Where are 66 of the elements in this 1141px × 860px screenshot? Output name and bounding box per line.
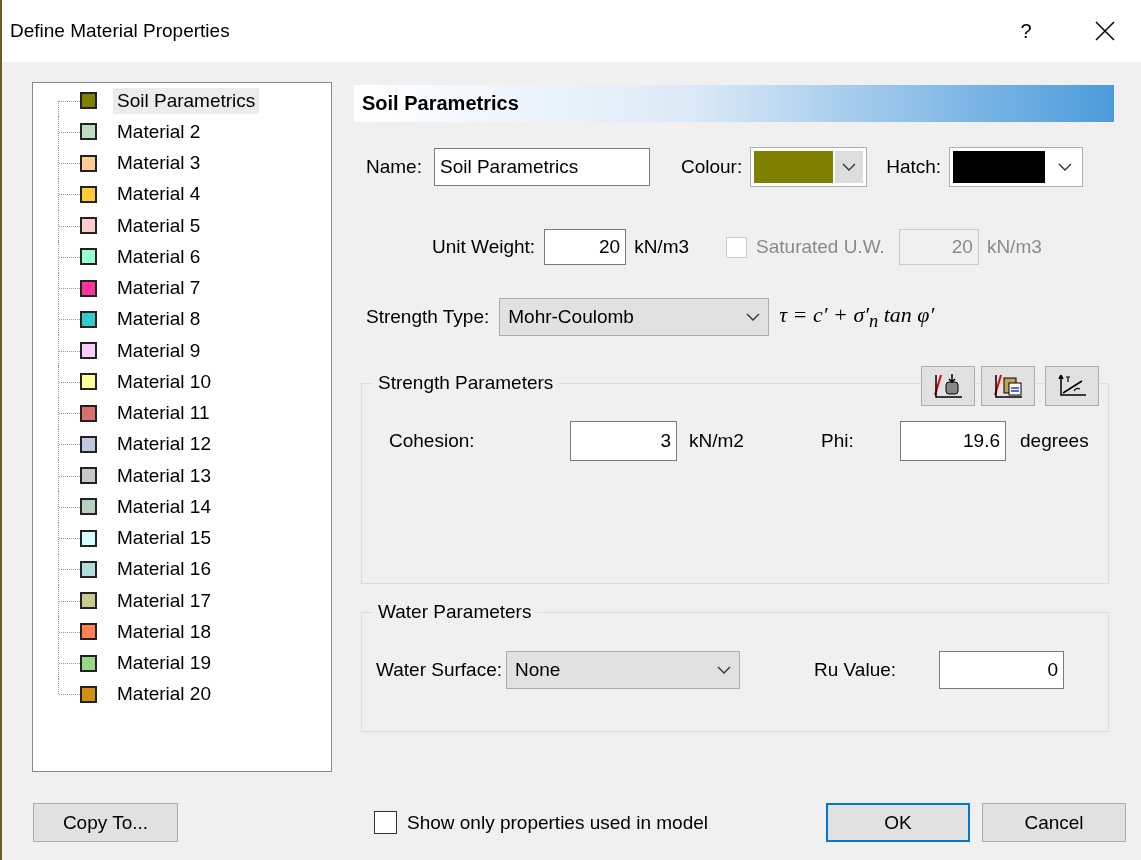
unit-label: kN/m3	[634, 236, 690, 258]
saturated-weight-field: 20	[898, 229, 979, 265]
tree-item[interactable]: Material 11	[113, 400, 214, 427]
tree-item[interactable]: Material 16	[113, 556, 215, 583]
checkbox-label: Show only properties used in model	[407, 811, 709, 834]
field-label: Colour:	[680, 156, 743, 178]
tree-item[interactable]: Material 3	[113, 150, 205, 177]
tree-item[interactable]: Material 8	[113, 306, 205, 333]
toolbar-button[interactable]	[1045, 366, 1099, 406]
tree-item[interactable]: Material 19	[113, 650, 215, 677]
tree-item[interactable]: Material 5	[113, 212, 205, 239]
field-label: Cohesion:	[389, 430, 476, 452]
field-label: Phi:	[821, 430, 855, 452]
unit-label: kN/m3	[986, 236, 1042, 258]
ok-button[interactable]: OK	[826, 803, 970, 842]
unit-label: kN/m2	[689, 430, 745, 452]
formula: τ = c′ + σ′$_{n}$ tan φ′	[779, 301, 935, 333]
tree-item[interactable]: Material 17	[113, 587, 215, 614]
help-button[interactable]: ?	[1015, 19, 1037, 43]
window-title: Define Material Properties	[10, 20, 231, 42]
colour-dropdown[interactable]	[750, 147, 868, 187]
tree-item[interactable]: Material 2	[113, 118, 205, 145]
phi-field[interactable]: 19.6	[900, 421, 1006, 461]
caret-icon	[746, 312, 761, 322]
field-label: Unit Weight:	[432, 236, 536, 258]
tree-item[interactable]: Material 4	[113, 181, 205, 208]
tree-item[interactable]: Material 12	[113, 431, 215, 458]
cancel-button[interactable]: Cancel	[982, 803, 1126, 842]
checkbox[interactable]	[374, 811, 397, 834]
tree-item[interactable]: Material 6	[113, 243, 205, 270]
tree-item[interactable]: Material 20	[113, 681, 215, 708]
field-label: Name:	[366, 156, 422, 178]
tree-item[interactable]: Soil Parametrics	[113, 87, 260, 114]
caret-icon	[1058, 162, 1073, 172]
copy-to-button[interactable]: Copy To...	[33, 803, 178, 842]
tree-item[interactable]: Material 15	[113, 525, 215, 552]
dropdown-value: Mohr-Coulomb	[508, 306, 634, 328]
chart-clipboard-icon	[992, 373, 1024, 399]
caret-icon	[842, 162, 857, 172]
name-field[interactable]: Soil Parametrics	[433, 148, 650, 186]
cohesion-field[interactable]: 3	[570, 421, 677, 461]
checkbox-label: Saturated U.W.	[756, 236, 885, 258]
caret-icon	[717, 665, 731, 675]
strength-type-dropdown[interactable]: Mohr-Coulomb	[499, 298, 770, 336]
tree-item[interactable]: Material 18	[113, 618, 215, 645]
field-label: Ru Value:	[814, 659, 898, 681]
field-label: Water Surface:	[376, 659, 502, 681]
ru-value-field[interactable]: 0	[939, 651, 1064, 689]
toolbar-button[interactable]	[981, 366, 1035, 406]
stress-axes-icon	[1056, 373, 1088, 399]
hatch-dropdown[interactable]	[949, 147, 1084, 187]
unit-weight-field[interactable]: 20	[544, 229, 627, 265]
water-surface-dropdown[interactable]: None	[506, 651, 740, 689]
dropdown-value: None	[515, 659, 561, 681]
tree-item[interactable]: Material 9	[113, 337, 205, 364]
tree-item[interactable]: Material 10	[113, 368, 215, 395]
field-label: Hatch:	[886, 156, 942, 178]
tree-item[interactable]: Material 7	[113, 275, 205, 302]
toolbar-button[interactable]	[921, 366, 975, 406]
tree-item[interactable]: Material 14	[113, 493, 215, 520]
tree-item[interactable]: Material 13	[113, 462, 215, 489]
section-header: Soil Parametrics	[354, 85, 1114, 122]
chart-import-icon	[932, 373, 964, 399]
unit-label: degrees	[1020, 430, 1089, 452]
close-icon[interactable]	[1095, 21, 1115, 41]
field-label: Strength Type:	[366, 306, 490, 328]
